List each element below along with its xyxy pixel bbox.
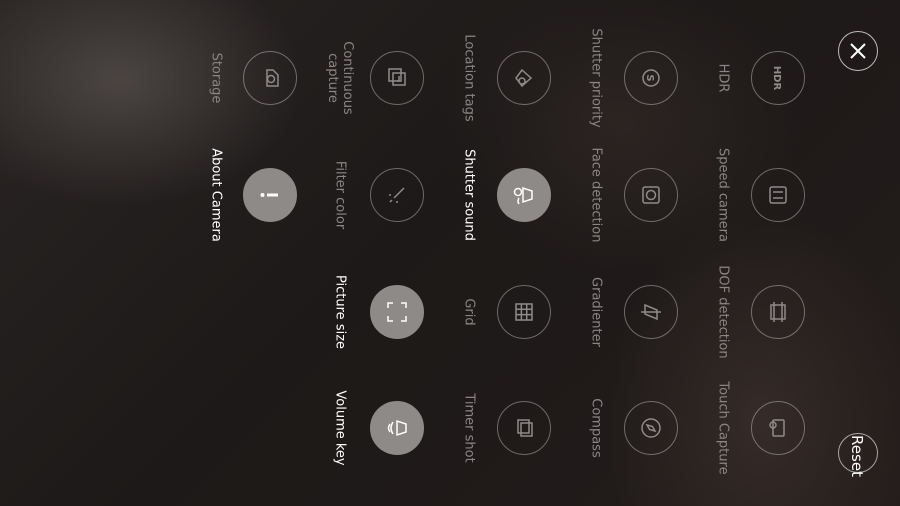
about-camera-label: About Camera: [208, 148, 224, 242]
filter-color-toggle[interactable]: [370, 168, 424, 222]
close-button[interactable]: [838, 31, 878, 71]
hdr-label: HDR: [715, 63, 731, 93]
grid-label: Grid: [461, 298, 477, 326]
timer-shot-toggle[interactable]: [497, 401, 551, 455]
svg-text:S: S: [644, 74, 655, 81]
picture-size-label: Picture size: [332, 274, 348, 350]
continuous-capture-icon: [388, 68, 406, 86]
location-tags-toggle[interactable]: [497, 51, 551, 105]
face-detection-toggle[interactable]: [624, 168, 678, 222]
face-detection-label: Face detection: [588, 147, 604, 243]
storage-icon: [266, 69, 279, 87]
grid-toggle[interactable]: [497, 285, 551, 339]
storage-label: Storage: [208, 52, 224, 104]
dof-icon: [770, 302, 786, 322]
shutter-priority-toggle[interactable]: S: [624, 51, 678, 105]
storage-toggle[interactable]: [243, 51, 297, 105]
continuous-capture-label: Continuous capture: [325, 41, 355, 115]
face-detection-icon: [642, 186, 660, 204]
gradienter-label: Gradienter: [588, 277, 604, 347]
gradienter-toggle[interactable]: [624, 285, 678, 339]
filter-color-label: Filter color: [332, 160, 348, 230]
timer-shot-label: Timer shot: [461, 393, 477, 463]
volume-key-toggle[interactable]: [370, 401, 424, 455]
speed-camera-icon: [769, 186, 787, 204]
compass-toggle[interactable]: [624, 401, 678, 455]
location-icon: [515, 68, 533, 88]
hdr-icon: HDR: [771, 66, 782, 91]
reset-label: Reset: [848, 435, 866, 477]
touch-capture-icon: [769, 419, 785, 437]
dof-detection-label: DOF detection: [715, 265, 731, 359]
picture-size-icon: [387, 302, 407, 322]
speed-camera-toggle[interactable]: [751, 168, 805, 222]
gradienter-icon: [641, 303, 661, 321]
hdr-toggle[interactable]: HDR: [751, 51, 805, 105]
picture-size-toggle[interactable]: [370, 285, 424, 339]
shutter-priority-label: Shutter priority: [588, 28, 604, 128]
speed-camera-label: Speed camera: [715, 148, 731, 242]
dof-detection-toggle[interactable]: [751, 285, 805, 339]
filter-color-icon: [389, 187, 405, 203]
volume-key-icon: [387, 419, 407, 437]
touch-capture-toggle[interactable]: [751, 401, 805, 455]
svg-text:HDR: HDR: [771, 66, 782, 91]
compass-icon: [641, 418, 661, 438]
touch-capture-label: Touch Capture: [715, 381, 731, 475]
continuous-capture-toggle[interactable]: [370, 51, 424, 105]
timer-icon: [517, 419, 533, 437]
shutter-sound-icon: [513, 186, 533, 205]
about-icon: [260, 193, 278, 197]
shutter-priority-icon: S: [642, 69, 660, 87]
grid-icon: [515, 303, 533, 321]
about-camera-button[interactable]: [243, 168, 297, 222]
close-icon: [850, 43, 866, 59]
shutter-sound-toggle[interactable]: [497, 168, 551, 222]
shutter-sound-label: Shutter sound: [461, 149, 477, 241]
volume-key-label: Volume key: [332, 390, 348, 466]
compass-label: Compass: [588, 398, 604, 458]
location-tags-label: Location tags: [461, 34, 477, 122]
